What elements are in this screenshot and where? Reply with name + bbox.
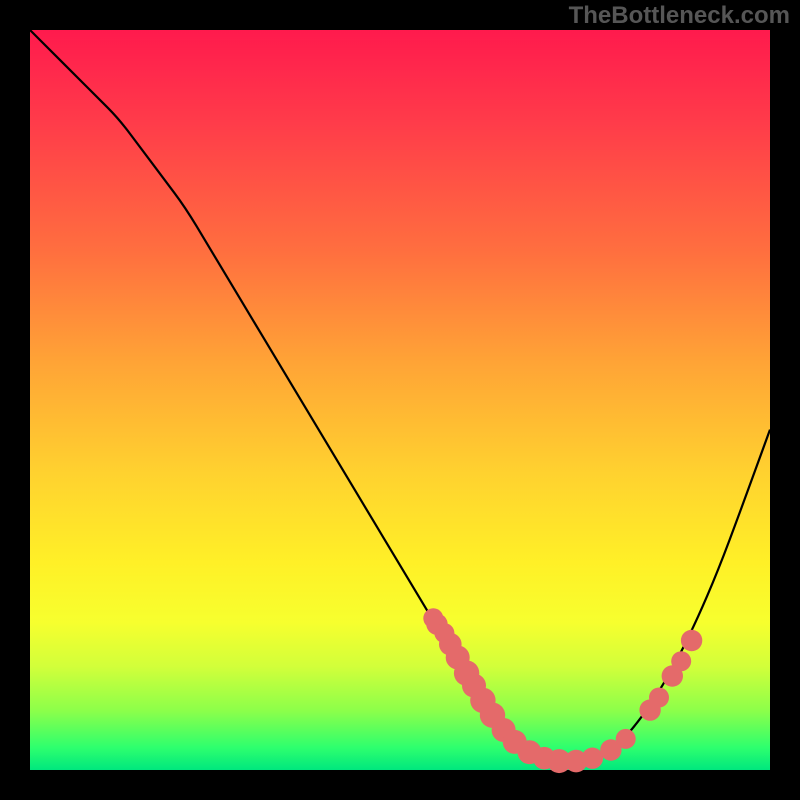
watermark-text: TheBottleneck.com xyxy=(569,2,790,30)
chart-container: TheBottleneck.com xyxy=(0,0,800,800)
data-marker xyxy=(681,630,702,651)
data-marker xyxy=(671,651,691,671)
data-marker xyxy=(616,729,636,749)
bottleneck-curve xyxy=(30,30,770,763)
data-marker xyxy=(649,688,669,708)
data-markers-group xyxy=(423,608,702,773)
data-marker xyxy=(582,748,603,769)
curve-layer xyxy=(30,30,770,770)
